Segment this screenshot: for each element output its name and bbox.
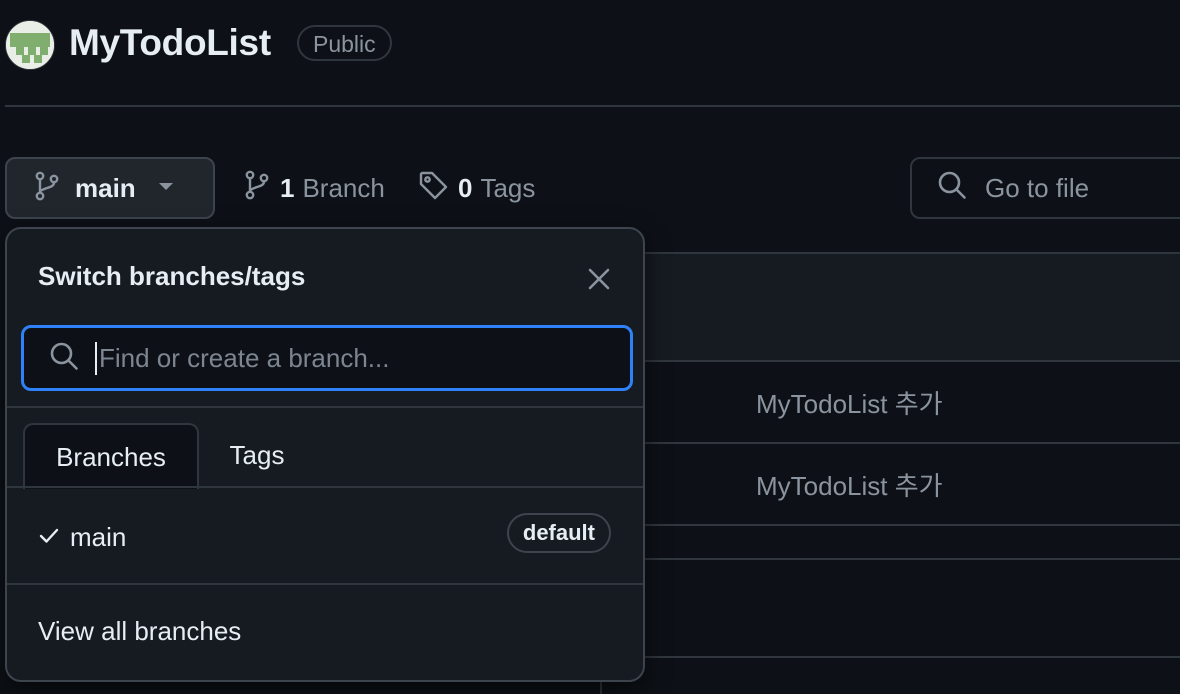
file-table-header: [602, 254, 1180, 362]
branch-count: 1: [280, 172, 295, 203]
tags-link[interactable]: 0 Tags: [418, 170, 535, 206]
branch-selector-button[interactable]: main: [5, 157, 215, 219]
commit-message[interactable]: MyTodoList 추가: [756, 384, 943, 421]
branch-search-input[interactable]: [95, 341, 601, 375]
go-to-file-input[interactable]: Go to file: [910, 157, 1180, 219]
git-branch-icon: [34, 171, 60, 206]
git-branch-icon: [244, 170, 270, 207]
repo-owner-avatar[interactable]: [5, 20, 55, 70]
check-icon: [38, 524, 60, 551]
current-branch-label: main: [75, 172, 136, 203]
file-table: MyTodoList 추가 MyTodoList 추가: [600, 252, 1180, 694]
triangle-down-icon: [158, 179, 174, 197]
tag-icon: [418, 170, 448, 207]
repo-title[interactable]: MyTodoList: [69, 22, 271, 64]
branches-link[interactable]: 1 Branch: [244, 170, 385, 206]
search-icon: [937, 170, 967, 207]
table-row[interactable]: MyTodoList 추가: [602, 444, 1180, 526]
table-row[interactable]: MyTodoList 추가: [602, 360, 1180, 444]
divider: [7, 583, 643, 585]
header-divider: [5, 105, 1180, 107]
dropdown-title: Switch branches/tags: [38, 261, 306, 291]
search-icon: [49, 341, 79, 376]
go-to-file-placeholder: Go to file: [985, 172, 1090, 203]
tab-branches[interactable]: Branches: [23, 423, 199, 489]
view-all-branches-link[interactable]: View all branches: [38, 616, 241, 647]
tag-count: 0: [458, 172, 473, 203]
divider: [7, 486, 643, 488]
tab-tags[interactable]: Tags: [207, 423, 307, 487]
table-row: [602, 560, 1180, 658]
visibility-badge: Public: [297, 25, 392, 61]
branch-search-field[interactable]: [21, 325, 633, 391]
table-row: [602, 526, 1180, 560]
commit-message[interactable]: MyTodoList 추가: [756, 466, 943, 503]
switch-branches-dropdown: Switch branches/tags Branches Tags main …: [5, 227, 645, 682]
branch-count-label: Branch: [302, 172, 385, 203]
tag-count-label: Tags: [480, 172, 536, 203]
default-branch-badge: default: [506, 513, 611, 553]
branch-name: main: [70, 521, 127, 552]
divider: [7, 406, 643, 408]
close-icon[interactable]: [585, 265, 613, 293]
branch-list-item[interactable]: main default: [7, 489, 643, 585]
